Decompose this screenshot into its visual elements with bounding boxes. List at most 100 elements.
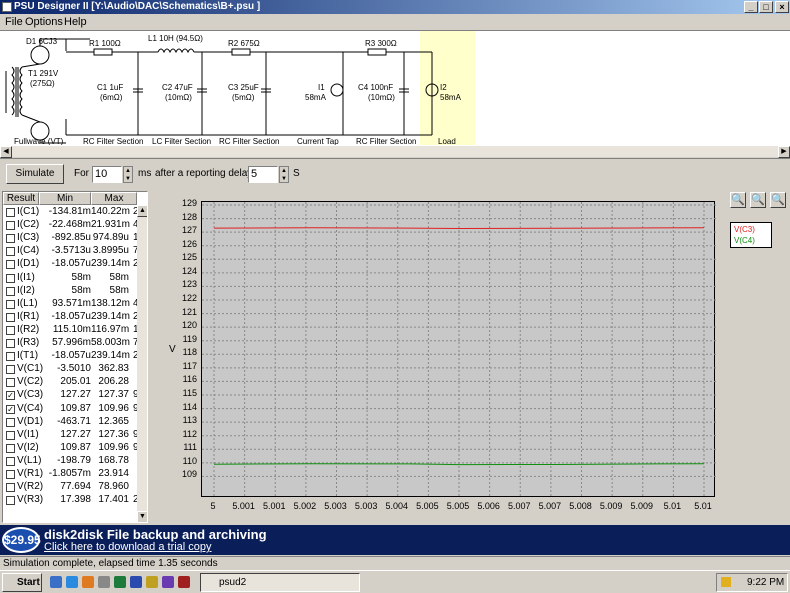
delay-input[interactable]: 5 <box>248 166 278 183</box>
status-text: Simulation complete, elapsed time 1.35 s… <box>3 558 218 569</box>
menu-file[interactable]: File <box>5 16 23 28</box>
tray-icon[interactable] <box>721 577 731 587</box>
table-row[interactable]: I(L1) 93.571m 138.12m 4 <box>3 297 139 311</box>
schematic-hscrollbar[interactable]: ◀ ▶ <box>0 145 790 158</box>
price-badge: $29.95 <box>2 527 41 553</box>
settings-icon[interactable] <box>98 576 110 588</box>
x-tick-label: 5.006 <box>477 501 500 511</box>
table-row[interactable]: I(R1) -18.057u 239.14m 2 <box>3 311 139 324</box>
table-row[interactable]: V(C1) -3.5010 362.83 <box>3 363 137 376</box>
result-checkbox[interactable] <box>6 378 15 388</box>
result-checkbox[interactable] <box>6 234 15 244</box>
result-checkbox[interactable] <box>6 221 15 231</box>
scroll-right-icon[interactable]: ▶ <box>778 146 790 158</box>
table-row[interactable]: I(R3) 57.996m 58.003m 7 <box>3 337 139 350</box>
task-psud2[interactable]: psud2 <box>200 573 360 592</box>
table-row[interactable]: V(R3) 17.398 17.401 2 <box>3 494 139 507</box>
x-tick-label: 5 <box>210 501 216 511</box>
result-checkbox[interactable]: ✓ <box>6 404 15 414</box>
word-icon[interactable] <box>130 576 142 588</box>
app-icon-3[interactable] <box>178 576 190 588</box>
result-checkbox[interactable] <box>6 273 15 283</box>
table-row[interactable]: I(C2) -22.468m 21.931m 4 <box>3 219 139 232</box>
table-row[interactable]: ✓ V(C3) 127.27 127.37 9 <box>3 389 139 402</box>
table-row[interactable]: V(L1) -198.79 168.78 <box>3 455 137 468</box>
folder-icon[interactable] <box>146 576 158 588</box>
menu-options[interactable]: Options <box>25 16 63 28</box>
header-min[interactable]: Min <box>39 192 91 205</box>
duration-input[interactable]: 10 <box>92 166 122 183</box>
ad-banner[interactable]: $29.95 disk2disk File backup and archivi… <box>0 525 790 555</box>
table-row[interactable]: I(I2) 58m 58m <box>3 285 137 298</box>
menu-help[interactable]: Help <box>64 16 87 28</box>
result-checkbox[interactable] <box>6 470 15 479</box>
result-min: -892.85u <box>51 232 91 244</box>
header-result[interactable]: Result <box>3 192 39 205</box>
scroll-up-icon[interactable]: ▲ <box>137 205 147 217</box>
table-row[interactable]: I(C4) -3.5713u 3.8995u 7 <box>3 245 139 258</box>
schematic-canvas[interactable]: D1 6CJ3 T1 291V (275Ω) R1 100Ω L1 10H (9… <box>0 30 790 146</box>
result-checkbox[interactable] <box>6 352 15 362</box>
table-row[interactable]: V(R1) -1.8057m 23.914 <box>3 468 137 481</box>
table-row[interactable]: I(I1) 58m 58m <box>3 272 137 285</box>
result-checkbox[interactable] <box>6 247 15 257</box>
minimize-button[interactable]: _ <box>744 1 758 13</box>
result-checkbox[interactable] <box>6 325 15 335</box>
result-checkbox[interactable] <box>6 496 15 506</box>
excel-icon[interactable] <box>114 576 126 588</box>
table-row[interactable]: I(R2) 115.10m 116.97m 1 <box>3 324 139 337</box>
result-checkbox[interactable] <box>6 456 15 466</box>
scroll-down-icon[interactable]: ▼ <box>137 511 147 522</box>
result-max: 974.89u <box>92 232 129 244</box>
zoom-fit-icon[interactable]: 🔍 <box>730 192 746 208</box>
zoom-out-icon[interactable]: 🔍 <box>770 192 786 208</box>
table-row[interactable]: I(C3) -892.85u 974.89u 1 <box>3 232 139 245</box>
result-checkbox[interactable] <box>6 443 15 453</box>
zoom-in-icon[interactable]: 🔍 <box>750 192 766 208</box>
table-row[interactable]: ✓ V(C4) 109.87 109.96 9 <box>3 403 139 416</box>
firefox-icon[interactable] <box>82 576 94 588</box>
maximize-button[interactable]: □ <box>759 1 773 13</box>
window-title: PSU Designer II [Y:\Audio\DAC\Schematics… <box>14 1 261 12</box>
result-checkbox[interactable] <box>6 299 15 309</box>
result-checkbox[interactable] <box>6 339 15 348</box>
table-row[interactable]: V(I1) 127.27 127.36 9 <box>3 429 139 442</box>
result-checkbox[interactable] <box>6 312 15 322</box>
simulate-button[interactable]: Simulate <box>6 164 64 184</box>
result-name: I(I1) <box>17 271 35 283</box>
label-c2: C2 47uF <box>162 83 193 92</box>
header-max[interactable]: Max <box>91 192 137 205</box>
banner-download-link[interactable]: Click here to download a trial copy <box>44 541 212 553</box>
result-checkbox[interactable] <box>6 483 15 493</box>
scroll-left-icon[interactable]: ◀ <box>0 146 12 158</box>
result-checkbox[interactable] <box>6 430 15 440</box>
ie-icon[interactable] <box>66 576 78 588</box>
table-row[interactable]: I(D1) -18.057u 239.14m 2 <box>3 258 139 271</box>
plot-area[interactable] <box>201 201 716 498</box>
result-name: I(L1) <box>17 297 38 309</box>
table-row[interactable]: V(I2) 109.87 109.96 9 <box>3 442 139 455</box>
show-desktop-icon[interactable] <box>50 576 62 588</box>
delay-spinner[interactable]: ▲ ▼ <box>279 166 289 183</box>
table-row[interactable]: V(R2) 77.694 78.960 <box>3 481 137 494</box>
result-checkbox[interactable] <box>6 365 15 375</box>
label-i2: I2 <box>440 83 447 92</box>
result-name: V(C1) <box>17 363 44 375</box>
app-icon <box>2 2 12 12</box>
table-row[interactable]: I(T1) -18.057u 239.14m 2 <box>3 350 139 363</box>
result-checkbox[interactable] <box>6 208 15 217</box>
result-checkbox[interactable] <box>6 417 15 427</box>
result-checkbox[interactable]: ✓ <box>6 391 15 401</box>
table-row[interactable]: I(C1) -134.81m 140.22m 2 <box>3 206 139 219</box>
duration-spinner[interactable]: ▲ ▼ <box>123 166 133 183</box>
result-checkbox[interactable] <box>6 286 15 296</box>
result-min: 205.01 <box>60 376 91 388</box>
close-button[interactable]: × <box>775 1 789 13</box>
table-row[interactable]: V(C2) 205.01 206.28 <box>3 376 137 389</box>
start-button[interactable]: Start <box>2 573 42 592</box>
table-row[interactable]: V(D1) -463.71 12.365 <box>3 416 137 429</box>
result-checkbox[interactable] <box>6 260 15 270</box>
results-vscrollbar[interactable]: ▲ ▼ <box>137 205 147 522</box>
app-icon-2[interactable] <box>162 576 174 588</box>
label-c1: C1 1uF <box>97 83 124 92</box>
